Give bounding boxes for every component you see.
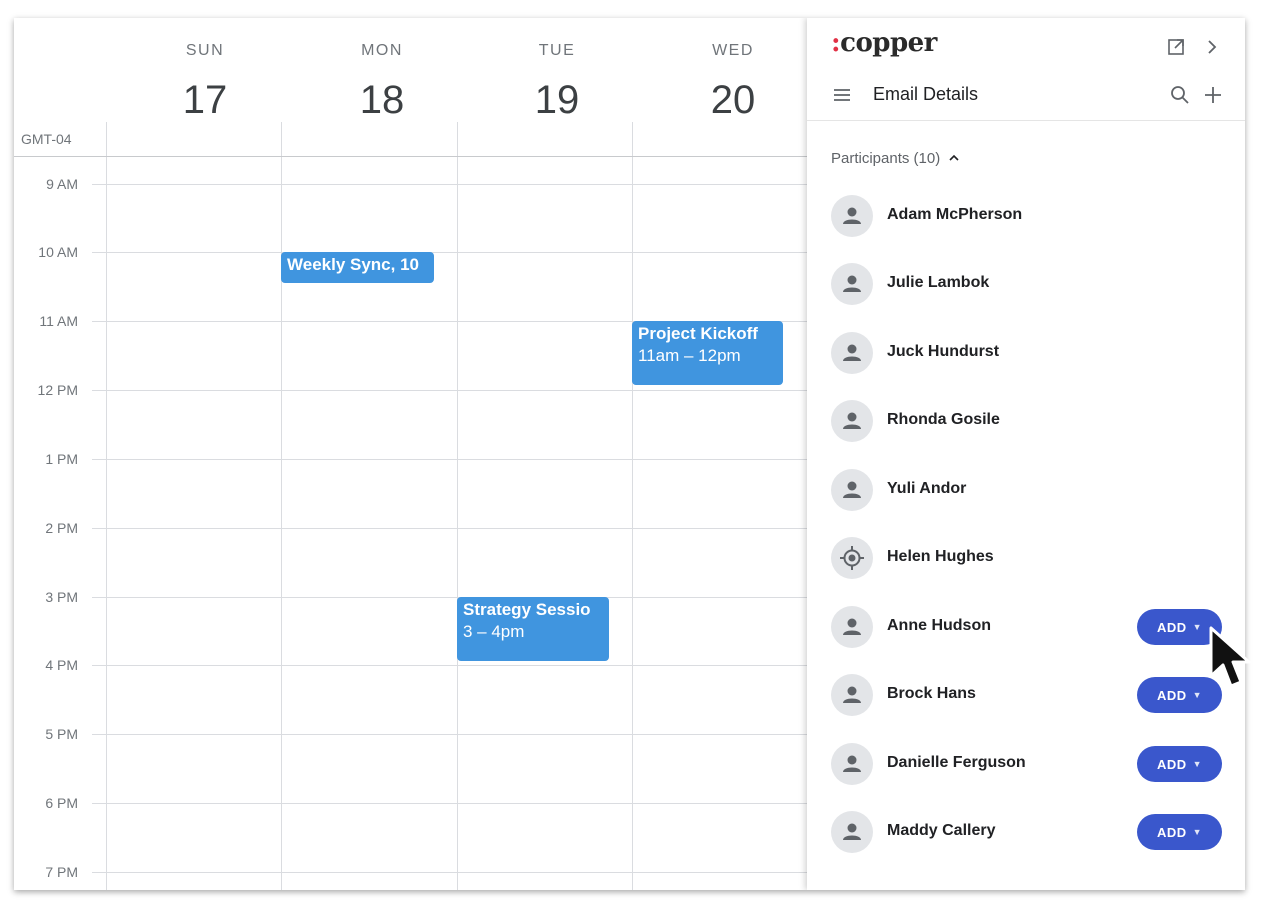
day-number[interactable]: 17 [117, 78, 293, 123]
search-icon[interactable] [1167, 82, 1193, 108]
person-icon [831, 195, 873, 237]
day-number[interactable]: 20 [645, 78, 821, 123]
participant-name: Yuli Andor [887, 480, 967, 497]
time-label: 9 AM [46, 176, 78, 192]
time-label: 11 AM [39, 313, 78, 329]
person-icon [831, 606, 873, 648]
hour-line [92, 184, 807, 185]
participant-name: Adam McPherson [887, 206, 1023, 223]
hour-line [92, 528, 807, 529]
time-label: 2 PM [45, 520, 78, 536]
mouse-cursor-icon [1209, 626, 1251, 688]
hour-line [92, 390, 807, 391]
person-icon [831, 469, 873, 511]
hour-line [92, 872, 807, 873]
event-time: 11am – 12pm [638, 346, 741, 365]
event-strategy-session[interactable]: Strategy Sessio 3 – 4pm [457, 597, 609, 661]
event-title: Strategy Sessio [463, 600, 591, 619]
person-icon [831, 332, 873, 374]
participants-toggle[interactable]: Participants (10) [831, 150, 960, 167]
person-icon [831, 263, 873, 305]
person-icon [831, 400, 873, 442]
participant-name: Maddy Callery [887, 822, 996, 839]
day-name: SUN [185, 42, 225, 59]
add-button[interactable]: ADD ▼ [1137, 746, 1222, 782]
target-icon [831, 537, 873, 579]
chevron-right-icon[interactable] [1201, 34, 1223, 60]
open-external-icon[interactable] [1163, 34, 1189, 60]
participant-name: Julie Lambok [887, 274, 990, 291]
time-label: 6 PM [45, 795, 78, 811]
participant-row[interactable]: Juck Hundurst [807, 319, 1245, 387]
day-number[interactable]: 18 [294, 78, 470, 123]
column-divider [106, 122, 107, 890]
person-icon [831, 674, 873, 716]
participant-row[interactable]: Anne Hudson ADD ▼ [807, 593, 1245, 661]
participant-row[interactable]: Danielle Ferguson ADD ▼ [807, 730, 1245, 798]
calendar-week-view: SUN 17 MON 18 TUE 19 WED 20 GMT-04 9 AM … [14, 18, 807, 890]
copper-logo: :copper [831, 28, 937, 58]
column-divider [281, 122, 282, 890]
participant-name: Helen Hughes [887, 548, 994, 565]
participant-row[interactable]: Brock Hans ADD ▼ [807, 661, 1245, 729]
participant-name: Danielle Ferguson [887, 754, 1026, 771]
hour-line [92, 252, 807, 253]
add-button-label: ADD [1156, 687, 1187, 703]
panel-title: Email Details [873, 84, 979, 104]
add-button-label: ADD [1156, 824, 1187, 840]
add-button-label: ADD [1156, 619, 1187, 635]
hour-line [92, 803, 807, 804]
day-number[interactable]: 19 [469, 78, 645, 123]
day-name: WED [712, 42, 754, 59]
event-project-kickoff[interactable]: Project Kickoff 11am – 12pm [632, 321, 783, 385]
time-label: 3 PM [45, 589, 78, 605]
menu-icon[interactable] [829, 82, 855, 108]
caret-down-icon: ▼ [1192, 759, 1203, 769]
app-window: SUN 17 MON 18 TUE 19 WED 20 GMT-04 9 AM … [14, 18, 1245, 890]
participant-row[interactable]: Maddy Callery ADD ▼ [807, 798, 1245, 866]
event-title: Weekly Sync, 10 [287, 255, 419, 274]
participant-name: Anne Hudson [887, 617, 991, 634]
column-divider [632, 122, 633, 890]
time-label: 4 PM [45, 657, 78, 673]
copper-sidebar-panel: :copper Email Details Participants (10) … [807, 18, 1245, 890]
allday-divider [14, 156, 807, 157]
person-icon [831, 743, 873, 785]
caret-down-icon: ▼ [1192, 622, 1203, 632]
time-label: 7 PM [45, 864, 78, 880]
time-label: 10 AM [38, 244, 78, 260]
hour-line [92, 665, 807, 666]
event-weekly-sync[interactable]: Weekly Sync, 10 [281, 252, 434, 283]
participant-row[interactable]: Julie Lambok [807, 250, 1245, 318]
time-label: 12 PM [37, 382, 78, 398]
add-button-label: ADD [1156, 756, 1187, 772]
person-icon [831, 811, 873, 853]
caret-down-icon: ▼ [1192, 827, 1203, 837]
plus-icon[interactable] [1200, 82, 1226, 108]
hour-line [92, 734, 807, 735]
participant-row[interactable]: Rhonda Gosile [807, 387, 1245, 455]
chevron-up-icon [949, 154, 959, 161]
hour-line [92, 459, 807, 460]
participant-row[interactable]: Yuli Andor [807, 456, 1245, 524]
hour-line [92, 597, 807, 598]
day-name: TUE [538, 42, 576, 59]
add-button[interactable]: ADD ▼ [1137, 814, 1222, 850]
participant-row[interactable]: Helen Hughes [807, 524, 1245, 592]
participant-row[interactable]: Adam McPherson [807, 182, 1245, 250]
participant-name: Rhonda Gosile [887, 411, 1000, 428]
time-label: 5 PM [45, 726, 78, 742]
timezone-label: GMT-04 [21, 131, 72, 147]
caret-down-icon: ▼ [1192, 690, 1203, 700]
event-time: 3 – 4pm [463, 622, 525, 641]
participants-header: Participants (10) [831, 150, 941, 167]
column-divider [457, 122, 458, 890]
time-label: 1 PM [45, 451, 78, 467]
participant-name: Juck Hundurst [887, 343, 1000, 360]
participant-name: Brock Hans [887, 685, 976, 702]
header-divider [807, 120, 1245, 121]
day-name: MON [361, 42, 403, 59]
event-title: Project Kickoff [638, 324, 758, 343]
